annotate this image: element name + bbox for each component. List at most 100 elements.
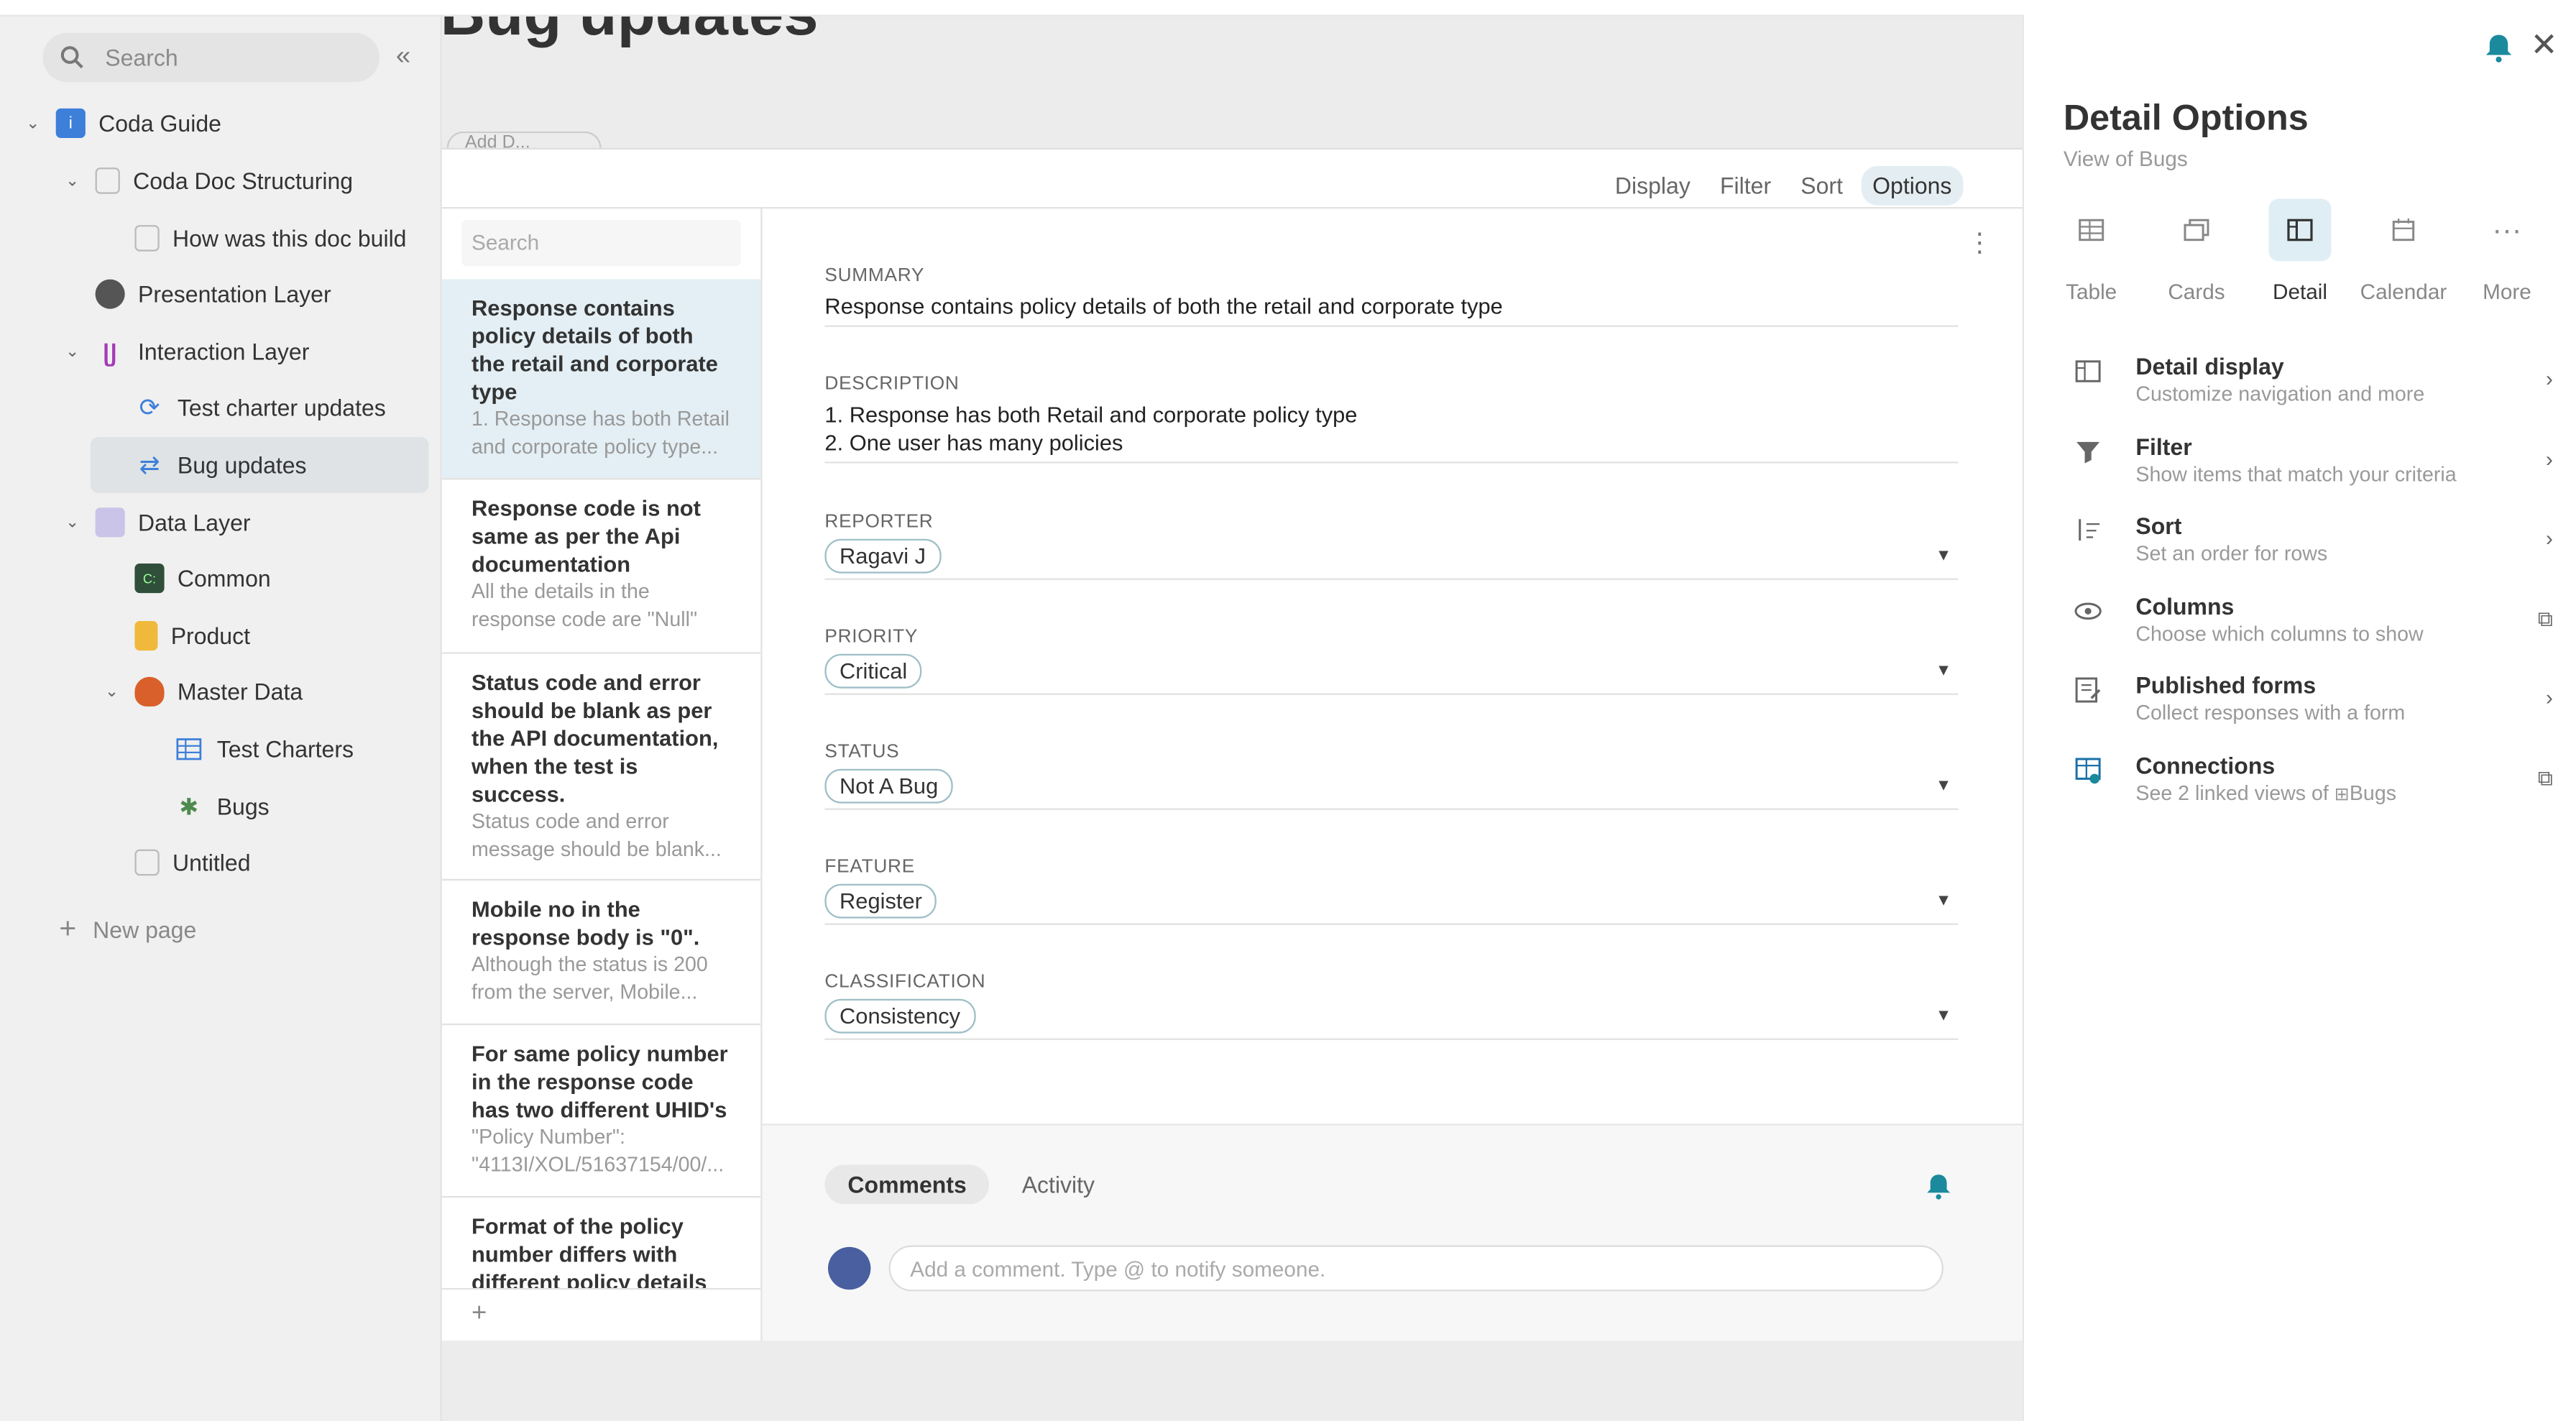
data-icon xyxy=(95,507,125,538)
reporter-select[interactable]: Ragavi J ▼ xyxy=(824,533,1959,580)
sidebar-item-data-layer[interactable]: ⌄ Data Layer xyxy=(63,498,251,548)
sort-button[interactable]: Sort xyxy=(1789,166,1854,206)
chevron-down-icon[interactable]: ⌄ xyxy=(63,343,82,361)
view-type-more[interactable]: ··· More xyxy=(2456,199,2558,304)
chevron-down-icon[interactable]: ⌄ xyxy=(63,172,82,190)
summary-field: SUMMARY Response contains policy details… xyxy=(824,266,1959,327)
priority-select[interactable]: Critical ▼ xyxy=(824,648,1959,695)
sidebar-item-test-charter-updates[interactable]: ⟳ Test charter updates xyxy=(134,383,386,433)
sidebar-item-label: Presentation Layer xyxy=(137,280,331,308)
view-type-label: More xyxy=(2483,279,2531,304)
view-type-label: Calendar xyxy=(2360,279,2447,304)
new-page-button[interactable]: + New page xyxy=(59,912,196,947)
view-type-calendar[interactable]: Calendar xyxy=(2352,199,2455,304)
description-label: DESCRIPTION xyxy=(824,374,960,395)
notification-bell-icon[interactable] xyxy=(2483,31,2516,64)
comment-input[interactable]: Add a comment. Type @ to notify someone. xyxy=(888,1245,1944,1292)
main-footer-space xyxy=(441,1340,2023,1421)
eye-icon xyxy=(2074,602,2102,620)
dropdown-arrow-icon[interactable]: ▼ xyxy=(1936,887,1952,915)
option-subtitle: Show items that match your criteria xyxy=(2135,463,2457,487)
chevron-down-icon[interactable]: ⌄ xyxy=(23,114,42,132)
list-item-title: Response code is not same as per the Api… xyxy=(471,496,701,577)
reporter-field: REPORTER Ragavi J ▼ xyxy=(824,512,1959,580)
sidebar-item-untitled[interactable]: Untitled xyxy=(134,838,250,888)
bug-icon: ✱ xyxy=(179,792,199,819)
cards-icon xyxy=(2184,219,2209,242)
sidebar-item-how-was-this-doc-build[interactable]: How was this doc build xyxy=(134,213,406,263)
description-field: DESCRIPTION 1. Response has both Retail … xyxy=(824,374,1959,464)
view-type-table[interactable]: Table xyxy=(2041,199,2143,304)
feature-select[interactable]: Register ▼ xyxy=(824,878,1959,925)
sidebar-item-bugs[interactable]: ✱ Bugs xyxy=(174,782,269,832)
sidebar-item-presentation-layer[interactable]: Presentation Layer xyxy=(95,270,331,319)
dropdown-arrow-icon[interactable]: ▼ xyxy=(1936,657,1952,685)
record-list: Search Response contains policy details … xyxy=(441,206,763,1343)
list-item-title: Mobile no in the response body is "0". xyxy=(471,896,700,950)
view-type-cards[interactable]: Cards xyxy=(2145,199,2248,304)
sidebar-item-label: Master Data xyxy=(177,678,303,705)
filter-button[interactable]: Filter xyxy=(1708,166,1782,206)
priority-chip: Critical xyxy=(824,653,922,689)
list-item[interactable]: Response code is not same as per the Api… xyxy=(441,479,761,654)
summary-label: SUMMARY xyxy=(824,266,925,286)
summary-value[interactable]: Response contains policy details of both… xyxy=(824,286,1959,327)
gauge-icon xyxy=(95,279,125,309)
tab-activity[interactable]: Activity xyxy=(999,1165,1118,1205)
collapse-sidebar-icon[interactable]: « xyxy=(396,42,410,72)
doc-icon xyxy=(134,849,160,876)
avatar xyxy=(827,1246,871,1290)
chevron-right-icon: › xyxy=(2546,525,2553,551)
sidebar-item-bug-updates[interactable]: ⇄ Bug updates xyxy=(134,441,307,490)
list-search-input[interactable]: Search xyxy=(461,220,741,267)
options-button[interactable]: Options xyxy=(1861,165,1964,206)
list-item[interactable]: Status code and error should be blank as… xyxy=(441,654,761,881)
list-item[interactable]: Mobile no in the response body is "0". A… xyxy=(441,880,761,1026)
chevron-down-icon[interactable]: ⌄ xyxy=(102,683,121,701)
sidebar-item-coda-doc-structuring[interactable]: ⌄ Coda Doc Structuring xyxy=(63,156,353,206)
close-icon[interactable]: ✕ xyxy=(2531,24,2558,65)
option-title: Detail display xyxy=(2135,353,2284,380)
dropdown-arrow-icon[interactable]: ▼ xyxy=(1936,1002,1952,1030)
layout-icon xyxy=(2075,360,2101,382)
chevron-right-icon: › xyxy=(2546,366,2553,391)
list-item[interactable]: Response contains policy details of both… xyxy=(441,279,761,480)
description-value[interactable]: 1. Response has both Retail and corporat… xyxy=(824,395,1959,464)
option-title: Published forms xyxy=(2135,671,2317,699)
sidebar-item-common[interactable]: C: Common xyxy=(134,553,271,603)
add-record-button[interactable]: + xyxy=(441,1287,761,1343)
list-item-title: Response contains policy details of both… xyxy=(471,295,718,405)
option-subtitle: Collect responses with a form xyxy=(2135,701,2406,725)
sidebar-item-master-data[interactable]: ⌄ Master Data xyxy=(102,667,303,717)
classification-select[interactable]: Consistency ▼ xyxy=(824,993,1959,1040)
dropdown-arrow-icon[interactable]: ▼ xyxy=(1936,542,1952,570)
sidebar-item-test-charters[interactable]: Test Charters xyxy=(174,725,354,774)
sidebar-item-label: Bugs xyxy=(216,793,270,820)
sidebar-item-coda-guide[interactable]: ⌄ i Coda Guide xyxy=(23,98,221,148)
more-vertical-icon[interactable]: ⋮ xyxy=(1966,226,1993,259)
classification-chip: Consistency xyxy=(824,998,975,1034)
notification-bell-icon[interactable] xyxy=(1924,1172,1954,1201)
view-type-detail[interactable]: Detail xyxy=(2249,198,2351,304)
list-item[interactable]: Format of the policy number differs with… xyxy=(442,1197,760,1296)
doc-icon xyxy=(95,167,120,194)
sidebar-item-product[interactable]: Product xyxy=(134,611,250,661)
external-link-icon: ⧉ xyxy=(2537,765,2553,791)
chevron-right-icon: › xyxy=(2546,446,2553,472)
sidebar-item-interaction-layer[interactable]: ⌄ ᥩ Interaction Layer xyxy=(63,327,310,377)
dropdown-arrow-icon[interactable]: ▼ xyxy=(1936,772,1952,800)
display-button[interactable]: Display xyxy=(1604,166,1702,206)
sidebar-search[interactable]: Search xyxy=(42,32,380,83)
sidebar-item-label: Untitled xyxy=(172,849,251,876)
calendar-icon xyxy=(2392,218,2415,242)
list-item-desc: Status code and error message should be … xyxy=(471,809,722,861)
option-subtitle: Set an order for rows xyxy=(2135,542,2328,566)
chevron-down-icon[interactable]: ⌄ xyxy=(63,513,82,531)
list-item[interactable]: For same policy number in the response c… xyxy=(441,1025,761,1198)
sidebar-search-placeholder: Search xyxy=(105,44,178,71)
linked-table-name[interactable]: Bugs xyxy=(2350,782,2396,805)
comments-section: Comments Activity Add a comment. Type @ … xyxy=(762,1123,2023,1344)
option-title: Filter xyxy=(2135,433,2192,460)
tab-comments[interactable]: Comments xyxy=(824,1164,990,1205)
status-select[interactable]: Not A Bug ▼ xyxy=(824,763,1959,810)
